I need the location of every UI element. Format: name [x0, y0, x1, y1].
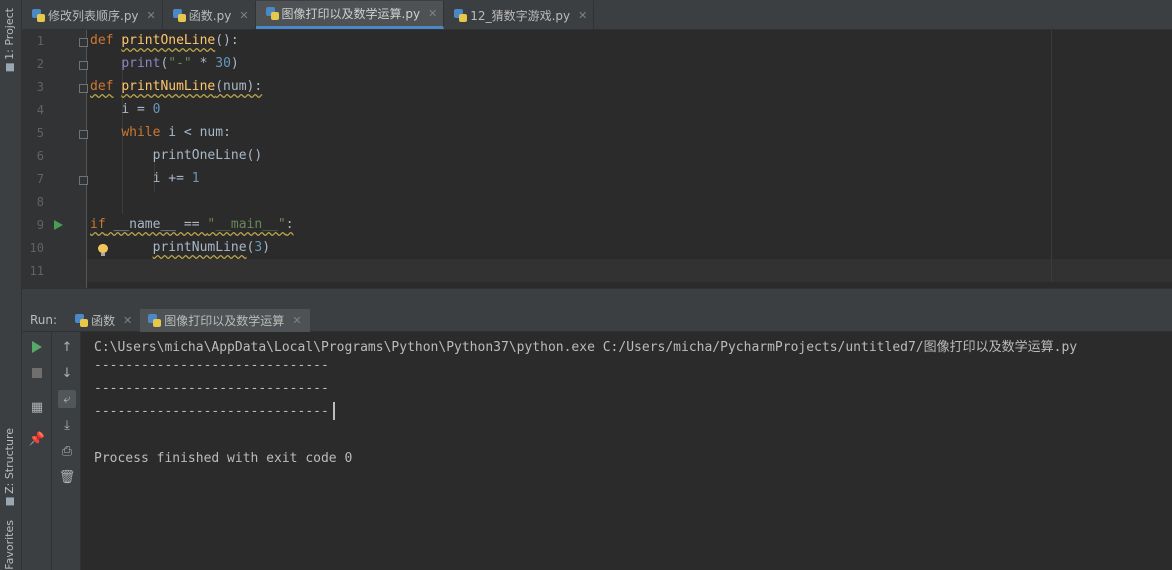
- arrow-up-icon: ↑: [61, 339, 73, 355]
- scroll-to-end-icon: ⤓: [64, 417, 70, 433]
- line-number: 8: [36, 195, 44, 209]
- pin-button[interactable]: 📌: [28, 430, 46, 448]
- line-number: 11: [29, 264, 44, 278]
- console-output-line: ------------------------------: [94, 404, 329, 419]
- close-icon[interactable]: ✕: [292, 314, 301, 327]
- soft-wrap-button[interactable]: ⤶: [58, 390, 76, 408]
- close-icon[interactable]: ✕: [239, 9, 248, 22]
- python-file-icon: [265, 7, 279, 20]
- structure-tool-label: Z: Structure: [3, 428, 16, 494]
- print-button[interactable]: ⎙: [58, 442, 76, 460]
- current-line-highlight: [22, 259, 1172, 282]
- layout-icon: ▦: [30, 399, 44, 415]
- tab-label: 图像打印以及数学运算.py: [281, 7, 421, 21]
- python-file-icon: [148, 313, 162, 327]
- run-gutter-icon[interactable]: [54, 220, 63, 230]
- editor-tab-image-print-math[interactable]: 图像打印以及数学运算.py ✕: [255, 1, 445, 29]
- arrow-down-icon: ↓: [61, 365, 73, 381]
- run-panel-header: Run: 函数 ✕ 图像打印以及数学运算 ✕: [22, 308, 1172, 332]
- code-line-6: printOneLine(): [152, 148, 263, 163]
- run-console[interactable]: C:\Users\micha\AppData\Local\Programs\Py…: [81, 332, 1172, 570]
- python-file-icon: [75, 313, 89, 327]
- line-number: 1: [36, 34, 44, 48]
- clear-all-button[interactable]: 🗑: [58, 468, 76, 486]
- code-line-1: def printOneLine():: [90, 33, 239, 48]
- line-number: 5: [36, 126, 44, 140]
- line-number: 2: [36, 57, 44, 71]
- console-output-line: ------------------------------: [94, 381, 329, 396]
- tab-label: 修改列表顺序.py: [48, 8, 139, 23]
- stop-icon: [32, 368, 42, 378]
- line-number: 6: [36, 149, 44, 163]
- close-icon[interactable]: ✕: [123, 314, 132, 327]
- pin-icon: 📌: [28, 431, 46, 447]
- code-line-9: if __name__ == "__main__":: [90, 217, 294, 232]
- layout-button[interactable]: ▦: [28, 398, 46, 416]
- line-number: 9: [36, 218, 44, 232]
- project-tool-tab[interactable]: 1: Project: [3, 8, 16, 75]
- code-line-5: while i < num:: [121, 125, 231, 140]
- console-command-line: C:\Users\micha\AppData\Local\Programs\Py…: [94, 340, 1078, 355]
- scroll-down-button[interactable]: ↓: [58, 364, 76, 382]
- panel-splitter[interactable]: [22, 288, 1172, 309]
- fold-marker[interactable]: [79, 38, 88, 47]
- editor-tab-functions[interactable]: 函数.py ✕: [163, 1, 256, 29]
- left-tool-strip: 1: Project Z: Structure Favorites: [0, 0, 22, 570]
- fold-marker[interactable]: [79, 176, 88, 185]
- line-number: 4: [36, 103, 44, 117]
- run-tab-image-print-math[interactable]: 图像打印以及数学运算 ✕: [140, 308, 310, 332]
- line-number: 7: [36, 172, 44, 186]
- run-tab-label: 图像打印以及数学运算: [164, 313, 285, 328]
- code-editor[interactable]: 1 2 3 4 5 6 7 8 9 10 11 def printOneLine…: [22, 30, 1172, 288]
- right-margin-guide: [1051, 30, 1052, 282]
- close-icon[interactable]: ✕: [147, 9, 156, 22]
- stop-button[interactable]: [28, 364, 46, 382]
- favorites-tool-label: Favorites: [3, 520, 16, 570]
- print-icon: ⎙: [61, 443, 73, 459]
- run-panel-label: Run:: [30, 313, 58, 327]
- tab-label: 12_猜数字游戏.py: [470, 8, 571, 23]
- editor-tab-guess-number[interactable]: 12_猜数字游戏.py ✕: [444, 1, 595, 29]
- folder-icon: [6, 63, 14, 72]
- project-tool-label: 1: Project: [3, 8, 16, 60]
- fold-marker[interactable]: [79, 130, 88, 139]
- run-tab-label: 函数: [91, 313, 116, 328]
- fold-marker[interactable]: [79, 61, 88, 70]
- code-line-3: def printNumLine(num):: [90, 79, 263, 94]
- scroll-up-button[interactable]: ↑: [58, 338, 76, 356]
- python-file-icon: [32, 8, 45, 22]
- close-icon[interactable]: ✕: [578, 9, 587, 22]
- code-line-2: print("-" * 30): [121, 56, 239, 71]
- text-caret: [333, 402, 335, 420]
- structure-tool-tab[interactable]: Z: Structure: [3, 428, 16, 509]
- run-toolbar-secondary: ↑ ↓ ⤶ ⤓ ⎙ 🗑: [52, 332, 81, 570]
- python-file-icon: [454, 8, 468, 22]
- console-exit-message: Process finished with exit code 0: [94, 451, 353, 466]
- python-file-icon: [172, 8, 186, 22]
- trash-icon: 🗑: [58, 469, 76, 485]
- editor-tab-reorder-list[interactable]: 修改列表顺序.py ✕: [22, 1, 163, 29]
- code-line-10: printNumLine(3): [152, 240, 271, 255]
- line-number: 3: [36, 80, 44, 94]
- structure-icon: [6, 497, 14, 506]
- console-output-line: ------------------------------: [94, 358, 329, 373]
- code-line-7: i += 1: [152, 171, 200, 186]
- editor-tab-bar: 修改列表顺序.py ✕ 函数.py ✕ 图像打印以及数学运算.py ✕ 12_猜…: [22, 0, 1172, 30]
- line-number: 10: [29, 241, 44, 255]
- close-icon[interactable]: ✕: [428, 7, 437, 20]
- run-icon: [32, 341, 42, 353]
- tab-label: 函数.py: [188, 8, 232, 23]
- run-tab-functions[interactable]: 函数 ✕: [67, 309, 140, 332]
- rerun-button[interactable]: [28, 338, 46, 356]
- fold-marker[interactable]: [79, 84, 88, 93]
- code-line-4: i = 0: [121, 102, 161, 117]
- scroll-to-end-button[interactable]: ⤓: [58, 416, 76, 434]
- favorites-tool-tab[interactable]: Favorites: [3, 520, 16, 570]
- soft-wrap-icon: ⤶: [63, 391, 71, 407]
- run-toolbar-primary: ▦ 📌: [22, 332, 52, 570]
